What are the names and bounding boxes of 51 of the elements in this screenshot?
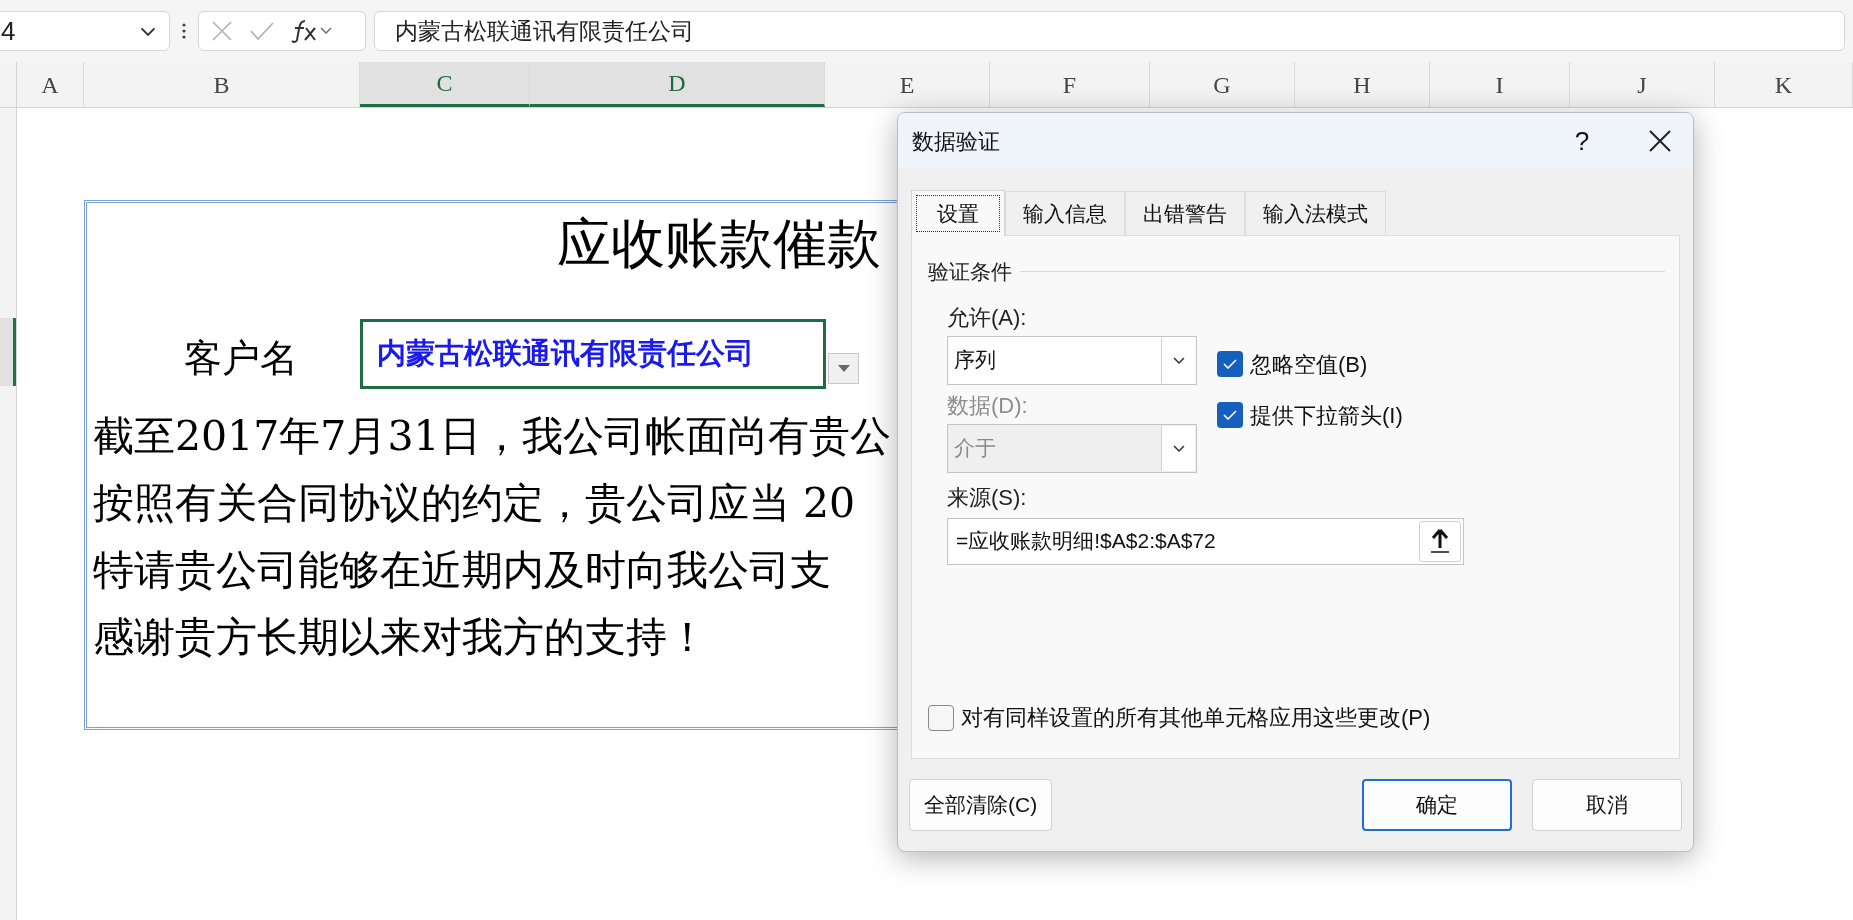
field-label: 允许(A):: [947, 303, 1028, 332]
column-header[interactable]: F: [990, 62, 1150, 107]
checkbox-label: 提供下拉箭头(I): [1250, 401, 1403, 430]
column-header[interactable]: J: [1570, 62, 1715, 107]
formula-field[interactable]: 内蒙古松联通讯有限责任公司: [374, 11, 1845, 51]
column-header[interactable]: K: [1715, 62, 1853, 107]
column-header[interactable]: C: [360, 62, 530, 107]
up-arrow-icon: [1430, 528, 1450, 554]
dialog-button[interactable]: 全部清除(C): [909, 779, 1053, 831]
letter-text-line: 特请贵公司能够在近期内及时向我公司支: [93, 545, 832, 596]
dropdown-button[interactable]: [828, 353, 859, 384]
field-label: 来源(S):: [947, 483, 1028, 512]
cell-editor[interactable]: 内蒙古松联通讯有限责任公司: [360, 319, 826, 389]
column-header[interactable]: A: [17, 62, 84, 107]
tab[interactable]: 出错警告: [1125, 191, 1245, 235]
collapse-button[interactable]: [1419, 520, 1461, 562]
selected-row-header[interactable]: [0, 318, 16, 386]
checkbox-label: 忽略空值(B): [1250, 350, 1368, 379]
caret-icon: [837, 365, 850, 372]
dropdown-field[interactable]: 序列: [947, 335, 1197, 385]
checkbox[interactable]: [928, 704, 954, 731]
help-button[interactable]: ?: [1559, 121, 1605, 161]
letter-text-line: 感谢贵方长期以来对我方的支持！: [93, 612, 709, 663]
checkbox[interactable]: [1217, 351, 1243, 377]
close-icon[interactable]: [1649, 130, 1671, 152]
column-header[interactable]: D: [530, 62, 825, 107]
check-icon: [1223, 359, 1237, 369]
letter-title: 应收账款催款: [557, 211, 882, 277]
name-box[interactable]: 4: [0, 11, 170, 51]
column-header[interactable]: I: [1430, 62, 1570, 107]
checkbox-label: 对有同样设置的所有其他单元格应用这些更改(P): [961, 704, 1431, 732]
function-icon[interactable]: [291, 19, 333, 43]
column-header[interactable]: G: [1150, 62, 1295, 107]
check-icon: [1223, 410, 1237, 420]
column-header[interactable]: H: [1295, 62, 1430, 107]
dialog-button[interactable]: 确定: [1362, 779, 1512, 831]
dialog-button[interactable]: 取消: [1532, 779, 1682, 831]
tab[interactable]: 输入法模式: [1245, 191, 1386, 235]
field-label: 数据(D):: [947, 391, 1029, 420]
tab[interactable]: 设置: [911, 190, 1005, 236]
column-header[interactable]: E: [825, 62, 990, 107]
dialog-title: 数据验证: [912, 127, 1000, 156]
checkbox[interactable]: [1217, 402, 1243, 428]
check-icon[interactable]: [249, 21, 275, 41]
letter-text-line: 按照有关合同协议的约定，贵公司应当 20: [93, 478, 857, 529]
chevron-icon: [1161, 425, 1195, 471]
customer-label: 客户名: [184, 334, 298, 382]
section-title: 验证条件: [928, 259, 1012, 285]
source-field[interactable]: =应收账款明细!$A$2:$A$72: [947, 517, 1464, 565]
tab[interactable]: 输入信息: [1005, 191, 1125, 235]
letter-text-line: 截至2017年7月31日，我公司帐面尚有贵公: [93, 411, 892, 462]
